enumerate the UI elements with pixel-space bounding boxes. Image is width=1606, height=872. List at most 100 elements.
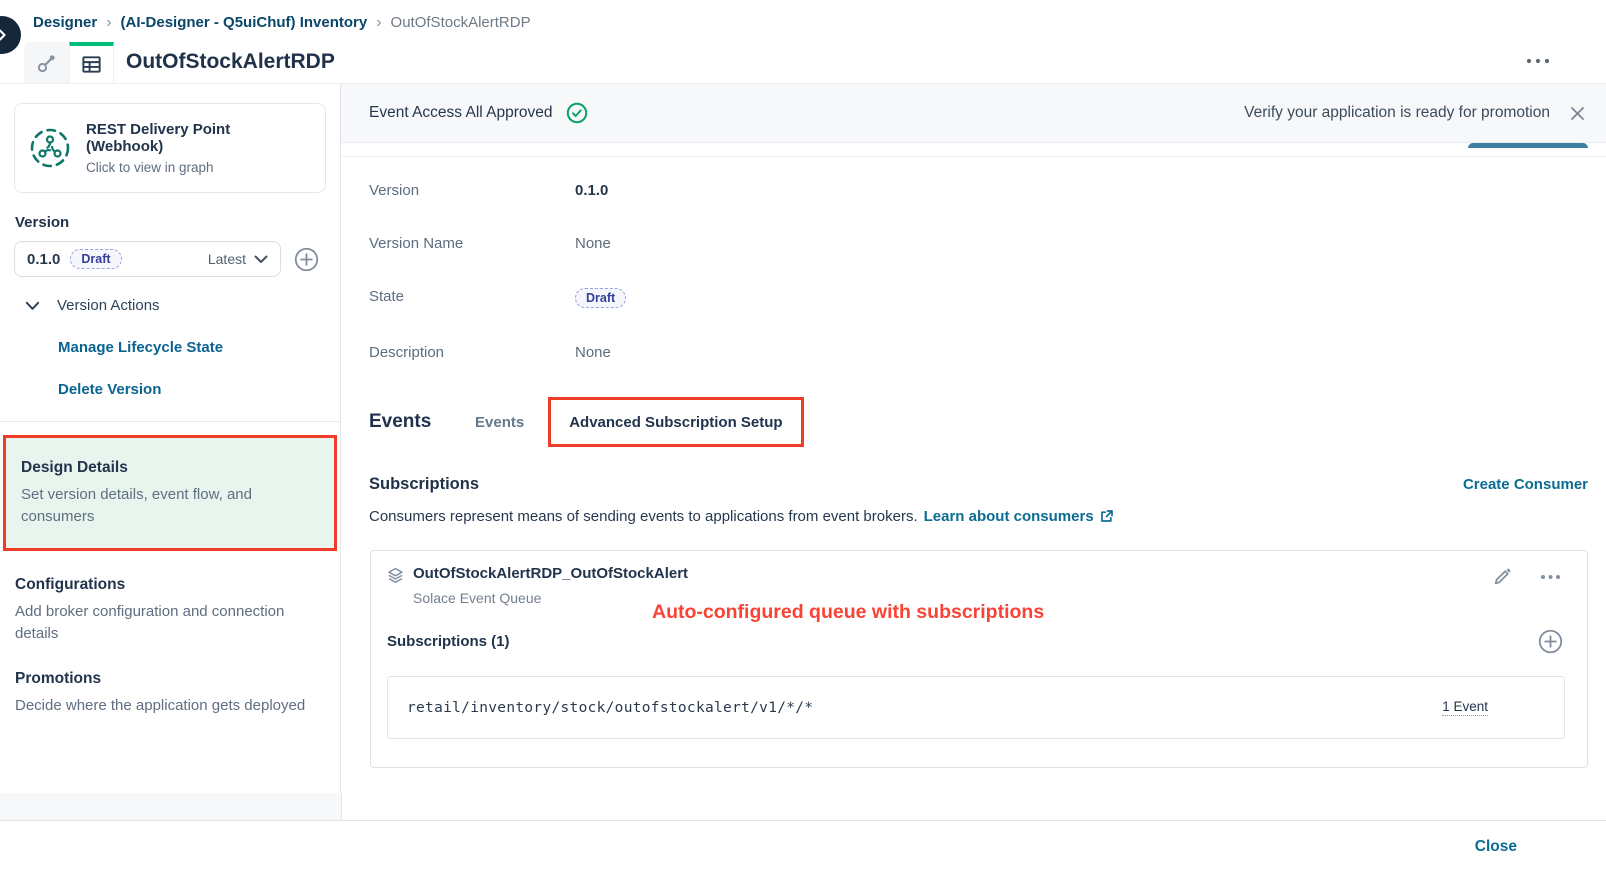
field-version-name: Version Name None [369, 235, 1588, 252]
event-access-text: Event Access All Approved [369, 104, 553, 122]
consumer-name: OutOfStockAlertRDP_OutOfStockAlert [413, 565, 688, 582]
consumer-card: OutOfStockAlertRDP_OutOfStockAlert Solac… [370, 550, 1588, 768]
field-label: Description [369, 344, 575, 361]
consumer-card-tools [1493, 567, 1561, 586]
status-banner: Event Access All Approved Verify your ap… [341, 84, 1606, 143]
subscription-topic: retail/inventory/stock/outofstockalert/v… [407, 700, 813, 716]
rest-delivery-point-icon [29, 127, 71, 169]
promotion-hint-text: Verify your application is ready for pro… [1244, 104, 1550, 122]
subscription-row: retail/inventory/stock/outofstockalert/v… [387, 676, 1565, 739]
annotation-text: Auto-configured queue with subscriptions [652, 601, 1044, 624]
state-draft-badge: Draft [575, 288, 626, 308]
sidebar-item-design-details[interactable]: Design Details Set version details, even… [3, 435, 337, 551]
tab-advanced-subscription-setup[interactable]: Advanced Subscription Setup [569, 414, 782, 431]
dismiss-banner-button[interactable] [1569, 105, 1586, 122]
consumer-card-header: OutOfStockAlertRDP_OutOfStockAlert Solac… [371, 565, 1587, 606]
chevron-right-icon [0, 27, 10, 43]
view-tabs [24, 42, 114, 83]
plus-circle-icon [1538, 629, 1563, 654]
app-window: Designer › (AI-Designer - Q5uiChuf) Inve… [0, 0, 1606, 872]
approved-check-icon [566, 102, 588, 124]
field-value: None [575, 344, 611, 361]
delete-version-link[interactable]: Delete Version [58, 381, 326, 398]
sidebar-item-promotions[interactable]: Promotions Decide where the application … [15, 670, 325, 717]
verify-button-partial[interactable] [1468, 143, 1588, 148]
add-subscription-button[interactable] [1538, 629, 1563, 654]
nav-item-title: Promotions [15, 670, 325, 688]
add-version-button[interactable] [294, 247, 319, 272]
event-access-status: Event Access All Approved [369, 102, 588, 124]
learn-link-text: Learn about consumers [924, 508, 1094, 525]
nav-item-title: Design Details [21, 459, 319, 477]
edit-consumer-button[interactable] [1493, 567, 1512, 586]
graph-view-icon [35, 51, 59, 75]
nav-item-title: Configurations [15, 576, 325, 594]
create-consumer-button[interactable]: Create Consumer [1463, 476, 1588, 493]
subscriptions-heading: Subscriptions [369, 475, 479, 494]
footer: Close [0, 820, 1606, 872]
design-details-content: Version 0.1.0 Version Name None State Dr… [341, 156, 1606, 768]
manage-lifecycle-state-link[interactable]: Manage Lifecycle State [58, 339, 326, 356]
consumer-type: Solace Event Queue [413, 590, 688, 606]
nav-item-subtitle: Set version details, event flow, and con… [21, 484, 319, 528]
application-type-subtitle: Click to view in graph [86, 160, 311, 175]
version-section-label: Version [15, 214, 326, 231]
subscriptions-header: Subscriptions Create Consumer [369, 475, 1588, 494]
queue-layers-icon [387, 567, 404, 584]
collapse-panel-button[interactable] [0, 16, 21, 54]
nav-item-subtitle: Decide where the application gets deploy… [15, 695, 315, 717]
close-button[interactable]: Close [1475, 838, 1517, 856]
breadcrumb: Designer › (AI-Designer - Q5uiChuf) Inve… [33, 14, 531, 31]
external-link-icon [1099, 509, 1114, 524]
subscriptions-description: Consumers represent means of sending eve… [369, 508, 1588, 525]
bottom-strip [0, 793, 1606, 820]
events-header: Events Events Advanced Subscription Setu… [369, 397, 1588, 447]
consumer-card-titles: OutOfStockAlertRDP_OutOfStockAlert Solac… [413, 565, 688, 606]
tab-graph-view[interactable] [24, 42, 69, 83]
breadcrumb-separator: › [376, 15, 381, 31]
version-row: 0.1.0 Draft Latest [14, 241, 326, 277]
breadcrumb-separator: › [106, 15, 111, 31]
field-value: None [575, 235, 611, 252]
consumer-more-button[interactable] [1540, 574, 1561, 580]
version-number: 0.1.0 [27, 251, 60, 268]
version-actions-toggle[interactable]: Version Actions [25, 297, 326, 314]
chevron-down-icon [254, 255, 268, 264]
chevron-down-icon [25, 301, 40, 311]
nav-item-subtitle: Add broker configuration and connection … [15, 601, 315, 645]
application-type-card[interactable]: REST Delivery Point (Webhook) Click to v… [14, 103, 326, 193]
annotation-red-box: Advanced Subscription Setup [548, 397, 803, 447]
breadcrumb-designer[interactable]: Designer [33, 14, 97, 31]
promotion-hint: Verify your application is ready for pro… [1244, 104, 1586, 122]
header-more-button[interactable] [1526, 58, 1550, 64]
plus-circle-icon [294, 247, 319, 272]
kebab-menu-icon [1540, 574, 1561, 580]
main-panel: Event Access All Approved Verify your ap… [341, 84, 1606, 793]
field-label: Version [369, 182, 575, 199]
latest-indicator: Latest [208, 251, 268, 267]
learn-about-consumers-link[interactable]: Learn about consumers [924, 508, 1114, 525]
tab-events[interactable]: Events [475, 414, 524, 431]
card-subscriptions-header: Subscriptions (1) [371, 629, 1587, 654]
events-heading: Events [369, 411, 475, 433]
header: Designer › (AI-Designer - Q5uiChuf) Inve… [0, 0, 1606, 84]
field-label: Version Name [369, 235, 575, 252]
application-type-title: REST Delivery Point (Webhook) [86, 121, 311, 155]
tab-table-view[interactable] [69, 42, 114, 83]
breadcrumb-inventory[interactable]: (AI-Designer - Q5uiChuf) Inventory [121, 14, 368, 31]
version-select[interactable]: 0.1.0 Draft Latest [14, 241, 281, 277]
field-version: Version 0.1.0 [369, 182, 1588, 199]
breadcrumb-current: OutOfStockAlertRDP [391, 14, 531, 31]
page-title: OutOfStockAlertRDP [126, 50, 335, 74]
sidebar-divider [0, 421, 340, 422]
field-description: Description None [369, 344, 1588, 361]
latest-label: Latest [208, 251, 246, 267]
field-state: State Draft [369, 288, 1588, 308]
sidebar-item-configurations[interactable]: Configurations Add broker configuration … [15, 576, 325, 645]
application-type-text: REST Delivery Point (Webhook) Click to v… [86, 121, 311, 175]
sidebar: REST Delivery Point (Webhook) Click to v… [0, 84, 341, 793]
subscription-events-link[interactable]: 1 Event [1442, 699, 1488, 716]
card-subscriptions-label: Subscriptions (1) [387, 633, 510, 650]
close-x-icon [1569, 105, 1586, 122]
pencil-icon [1493, 567, 1512, 586]
